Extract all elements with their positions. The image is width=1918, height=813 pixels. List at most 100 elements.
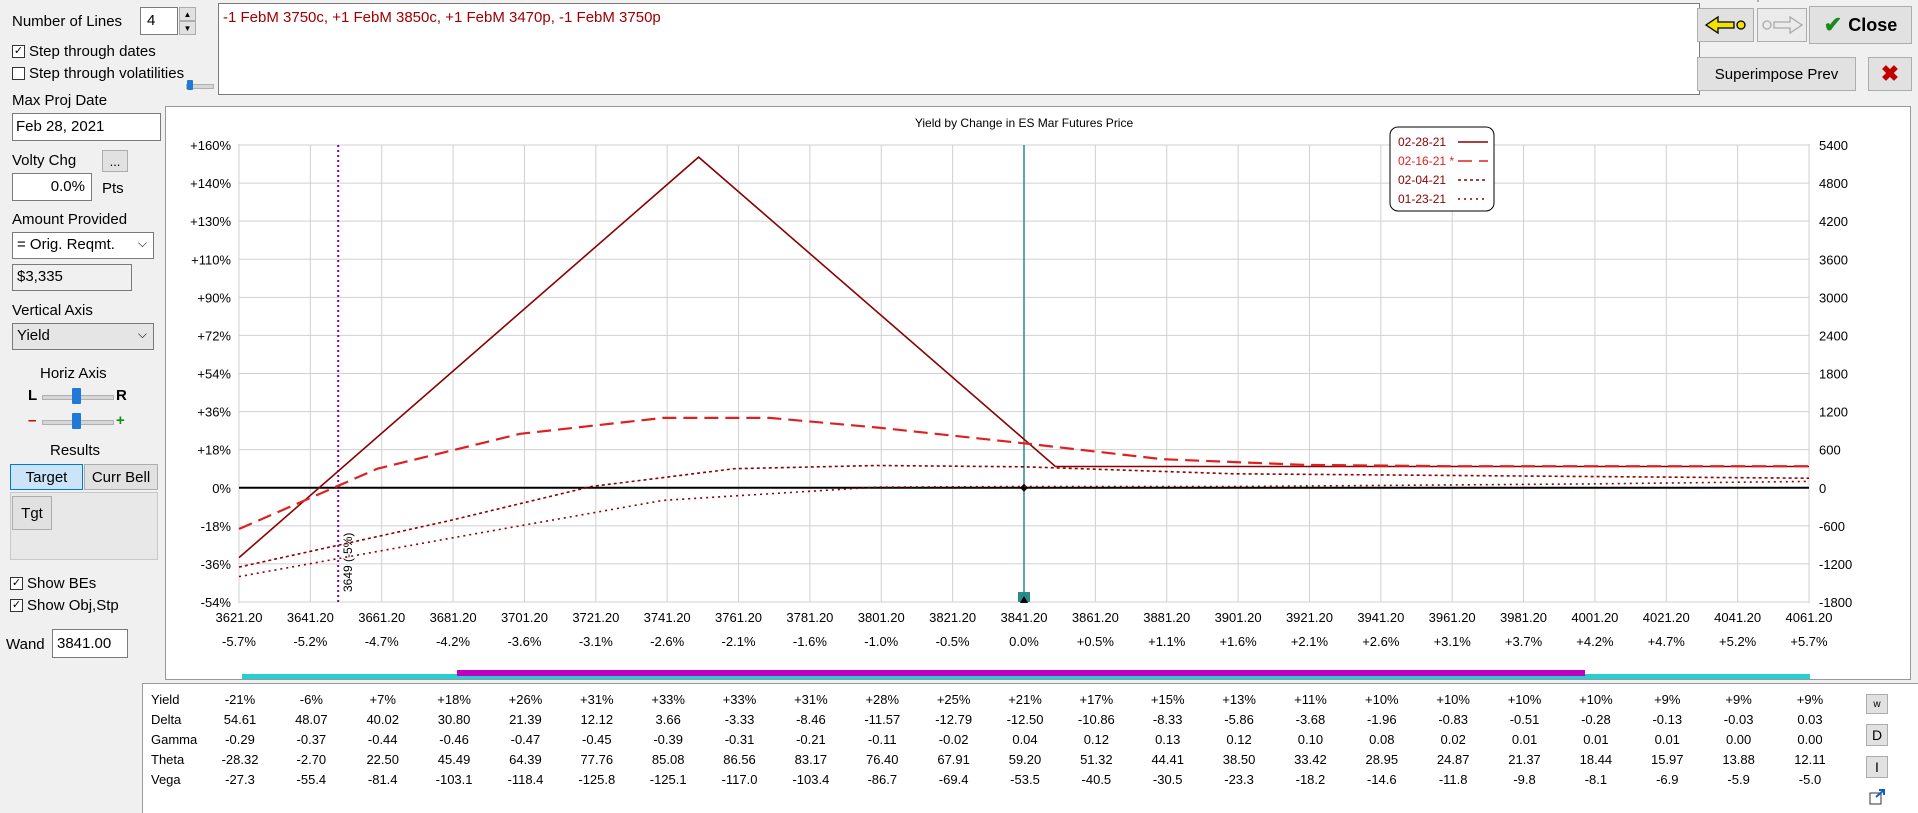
legend-entry: 02-16-21 * [1398, 154, 1454, 168]
x-pct-tick-label: -2.1% [722, 634, 756, 649]
x-pct-tick-label: -3.1% [579, 634, 613, 649]
x-pct-tick-label: -1.6% [793, 634, 827, 649]
greek-cell: -23.3 [1224, 772, 1254, 787]
x-pct-tick-label: -1.0% [864, 634, 898, 649]
greek-cell: -11.57 [864, 712, 901, 727]
y-right-tick-label: -1200 [1819, 557, 1852, 572]
yield-chart[interactable]: Yield by Change in ES Mar Futures Price 3… [166, 107, 1910, 679]
volty-more-button[interactable]: ... [102, 150, 128, 172]
num-lines-up-button[interactable]: ▲ [179, 7, 196, 21]
show-bes-checkbox[interactable]: ✓ Show BEs [10, 575, 96, 592]
greek-cell: -0.46 [439, 732, 469, 747]
greek-cell: -40.5 [1081, 772, 1112, 787]
checkmark-icon: ✓ [12, 45, 25, 58]
chevron-down-icon: ⌵ [137, 236, 147, 250]
x-pct-tick-label: +3.1% [1434, 634, 1472, 649]
side-button-i[interactable]: I [1866, 756, 1888, 778]
greek-cell: +10% [1365, 692, 1399, 707]
prev-arrow-button[interactable] [1697, 8, 1754, 42]
y-left-tick-label: -18% [201, 519, 232, 534]
x-tick-label: 3801.20 [858, 610, 905, 625]
greek-cell: -0.44 [367, 732, 398, 747]
haxis-lr-slider[interactable] [42, 388, 114, 406]
greek-cell: +33% [651, 692, 685, 707]
y-left-tick-label: -36% [201, 557, 232, 572]
plus-label: + [116, 412, 125, 429]
greek-cell: 13.88 [1722, 752, 1755, 767]
greek-cell: -9.8 [1513, 772, 1536, 787]
superimpose-button[interactable]: Superimpose Prev [1697, 57, 1856, 91]
x-pct-tick-label: +1.1% [1148, 634, 1186, 649]
greek-cell: 24.87 [1436, 752, 1470, 767]
greek-cell: +10% [1579, 692, 1613, 707]
x-tick-label: 3761.20 [715, 610, 762, 625]
greek-cell: +9% [1654, 692, 1681, 707]
y-left-tick-label: +54% [197, 367, 231, 382]
num-lines-input[interactable]: 4 [140, 7, 178, 35]
greek-cell: 67.91 [937, 752, 970, 767]
position-textbox[interactable]: -1 FebM 3750c, +1 FebM 3850c, +1 FebM 34… [218, 3, 1700, 95]
x-pct-tick-label: -4.2% [436, 634, 470, 649]
x-pct-tick-label: +0.5% [1077, 634, 1115, 649]
x-tick-label: 4021.20 [1643, 610, 1690, 625]
greek-cell: -5.9 [1727, 772, 1750, 787]
greek-cell: -6% [299, 692, 323, 707]
volty-input[interactable]: 0.0% [12, 173, 92, 201]
greek-cell: 12.11 [1794, 752, 1826, 767]
y-left-tick-label: +140% [190, 176, 231, 191]
vaxis-select[interactable]: Yield ⌵ [12, 323, 154, 350]
greek-cell: +17% [1079, 692, 1114, 707]
y-left-tick-label: +110% [191, 252, 231, 267]
show-obj-checkbox[interactable]: ✓ Show Obj,Stp [10, 597, 119, 614]
vaxis-select-value: Yield [17, 327, 50, 344]
greek-cell: +10% [1436, 692, 1470, 707]
greek-cell: 48.07 [295, 712, 328, 727]
curr-bell-button[interactable]: Curr Bell [84, 464, 158, 490]
target-button[interactable]: Target [10, 464, 83, 490]
max-proj-input[interactable]: Feb 28, 2021 [12, 113, 161, 141]
position-scroll-slider[interactable] [186, 80, 214, 92]
x-pct-tick-label: -5.2% [293, 634, 327, 649]
greek-cell: -0.03 [1723, 712, 1754, 727]
side-button-d[interactable]: D [1866, 724, 1888, 746]
next-arrow-button[interactable] [1757, 8, 1807, 42]
x-tick-label: 3981.20 [1500, 610, 1547, 625]
greek-cell: -12.50 [1006, 712, 1044, 727]
x-tick-label: 3641.20 [287, 610, 334, 625]
close-button[interactable]: ✔ Close [1809, 6, 1912, 44]
greek-cell: 76.40 [865, 752, 899, 767]
arrow-right-icon [1762, 15, 1804, 35]
y-left-tick-label: +90% [197, 290, 231, 305]
greek-cell: 85.08 [651, 752, 685, 767]
export-icon[interactable] [1868, 788, 1886, 806]
num-lines-down-button[interactable]: ▼ [179, 21, 196, 35]
greek-cell: 21.37 [1508, 752, 1541, 767]
x-pct-tick-label: +4.7% [1648, 634, 1686, 649]
greek-cell: 44.41 [1151, 752, 1184, 767]
x-pct-tick-label: 0.0% [1009, 634, 1039, 649]
step-dates-checkbox[interactable]: ✓ Step through dates [12, 43, 156, 60]
haxis-zoom-slider[interactable] [42, 413, 114, 431]
greek-cell: 40.02 [366, 712, 399, 727]
greek-cell: 0.10 [1297, 732, 1324, 747]
x-tick-label: 3821.20 [929, 610, 976, 625]
side-button-w[interactable]: w [1866, 694, 1888, 714]
step-vol-checkbox[interactable]: Step through volatilities [12, 65, 184, 82]
greek-cell: +7% [369, 692, 396, 707]
x-pct-tick-label: +5.7% [1790, 634, 1828, 649]
checkmark-icon: ✓ [10, 577, 23, 590]
tgt-button[interactable]: Tgt [12, 496, 52, 530]
amount-select-value: = Orig. Reqmt. [17, 236, 115, 253]
greek-cell: +9% [1725, 692, 1752, 707]
wand-input[interactable]: 3841.00 [52, 629, 128, 658]
greek-cell: +25% [936, 692, 971, 707]
greek-cell: 0.13 [1155, 732, 1181, 747]
show-bes-label: Show BEs [27, 575, 97, 592]
amount-select[interactable]: = Orig. Reqmt. ⌵ [12, 232, 154, 259]
greek-cell: +11% [1294, 692, 1327, 707]
greek-cell: +10% [1507, 692, 1542, 707]
x-pct-tick-label: -4.7% [365, 634, 399, 649]
greek-cell: -14.6 [1366, 772, 1397, 787]
close-x-icon[interactable]: ✖ [1868, 57, 1912, 91]
close-button-label: Close [1848, 14, 1898, 35]
